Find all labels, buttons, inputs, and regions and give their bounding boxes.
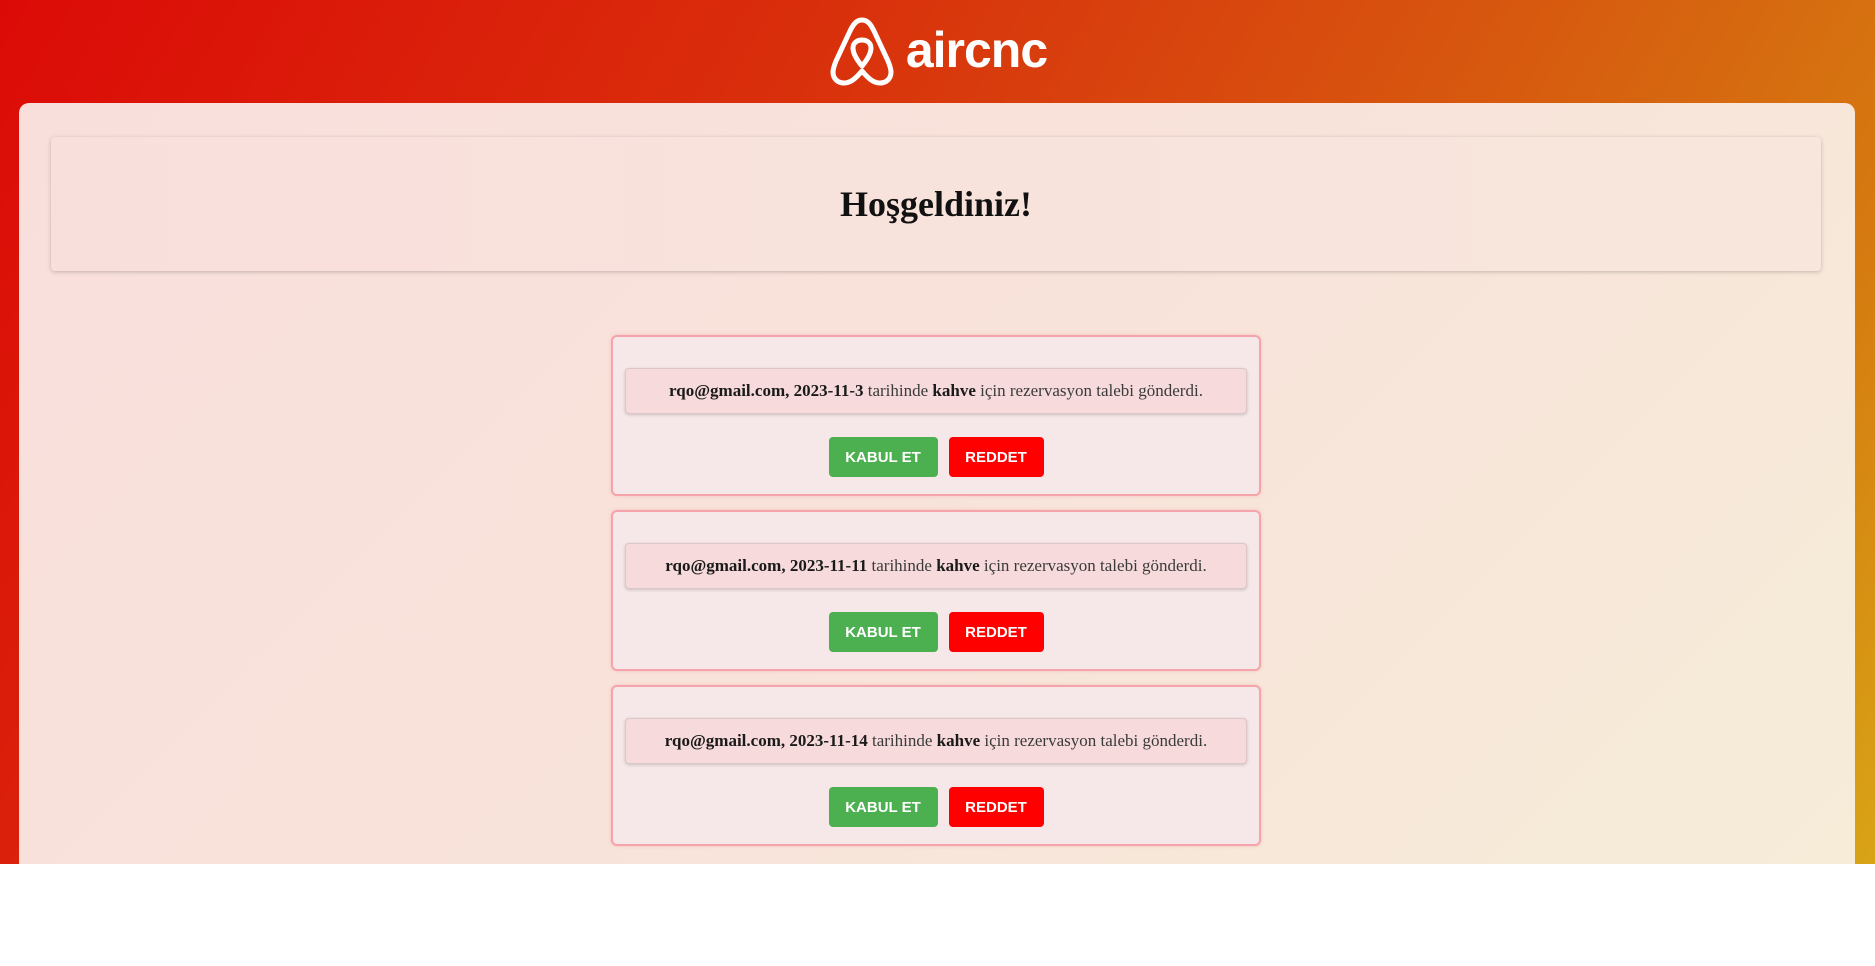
welcome-box: Hoşgeldiniz! <box>51 137 1821 271</box>
header: aircnc <box>0 0 1875 103</box>
welcome-title: Hoşgeldiniz! <box>839 184 1032 224</box>
main-container: Hoşgeldiniz! rqo@gmail.com, 2023-11-3 ta… <box>19 103 1855 864</box>
reject-button[interactable]: REDDET <box>948 787 1044 827</box>
request-card: rqo@gmail.com, 2023-11-3 tarihinde kahve… <box>611 335 1261 496</box>
request-message-text: için rezervasyon talebi gönderdi. <box>983 556 1207 575</box>
reject-button[interactable]: REDDET <box>948 437 1044 477</box>
request-date: 2023-11-3 <box>793 381 864 400</box>
request-message-text: için rezervasyon talebi gönderdi. <box>984 731 1208 750</box>
page-background: aircnc Hoşgeldiniz! rqo@gmail.com, 2023-… <box>0 0 1875 864</box>
accept-button[interactable]: KABUL ET <box>828 437 938 477</box>
request-item: kahve <box>936 556 980 575</box>
request-message: rqo@gmail.com, 2023-11-11 tarihinde kahv… <box>625 543 1247 589</box>
request-date: 2023-11-14 <box>789 731 868 750</box>
request-date: 2023-11-11 <box>789 556 868 575</box>
request-date-suffix: tarihinde <box>867 381 929 400</box>
request-card: rqo@gmail.com, 2023-11-14 tarihinde kahv… <box>611 685 1261 846</box>
reject-button[interactable]: REDDET <box>948 612 1044 652</box>
request-message: rqo@gmail.com, 2023-11-14 tarihinde kahv… <box>625 718 1247 764</box>
request-message-text: için rezervasyon talebi gönderdi. <box>980 381 1203 400</box>
request-item: kahve <box>936 731 981 750</box>
accept-button[interactable]: KABUL ET <box>828 612 938 652</box>
request-actions: KABUL ET REDDET <box>613 787 1259 827</box>
request-email: rqo@gmail.com, <box>665 556 786 575</box>
request-card: rqo@gmail.com, 2023-11-11 tarihinde kahv… <box>611 510 1261 671</box>
request-email: rqo@gmail.com, <box>669 381 790 400</box>
request-message: rqo@gmail.com, 2023-11-3 tarihinde kahve… <box>625 368 1247 414</box>
logo-text: aircnc <box>905 21 1048 78</box>
airbnb-logo-icon <box>830 17 894 85</box>
request-actions: KABUL ET REDDET <box>613 612 1259 652</box>
request-date-suffix: tarihinde <box>871 556 932 575</box>
request-date-suffix: tarihinde <box>872 731 933 750</box>
logo[interactable]: aircnc <box>828 14 1048 86</box>
request-actions: KABUL ET REDDET <box>613 437 1259 477</box>
request-item: kahve <box>932 381 976 400</box>
request-list: rqo@gmail.com, 2023-11-3 tarihinde kahve… <box>611 335 1261 860</box>
request-email: rqo@gmail.com, <box>664 731 786 750</box>
accept-button[interactable]: KABUL ET <box>828 787 938 827</box>
